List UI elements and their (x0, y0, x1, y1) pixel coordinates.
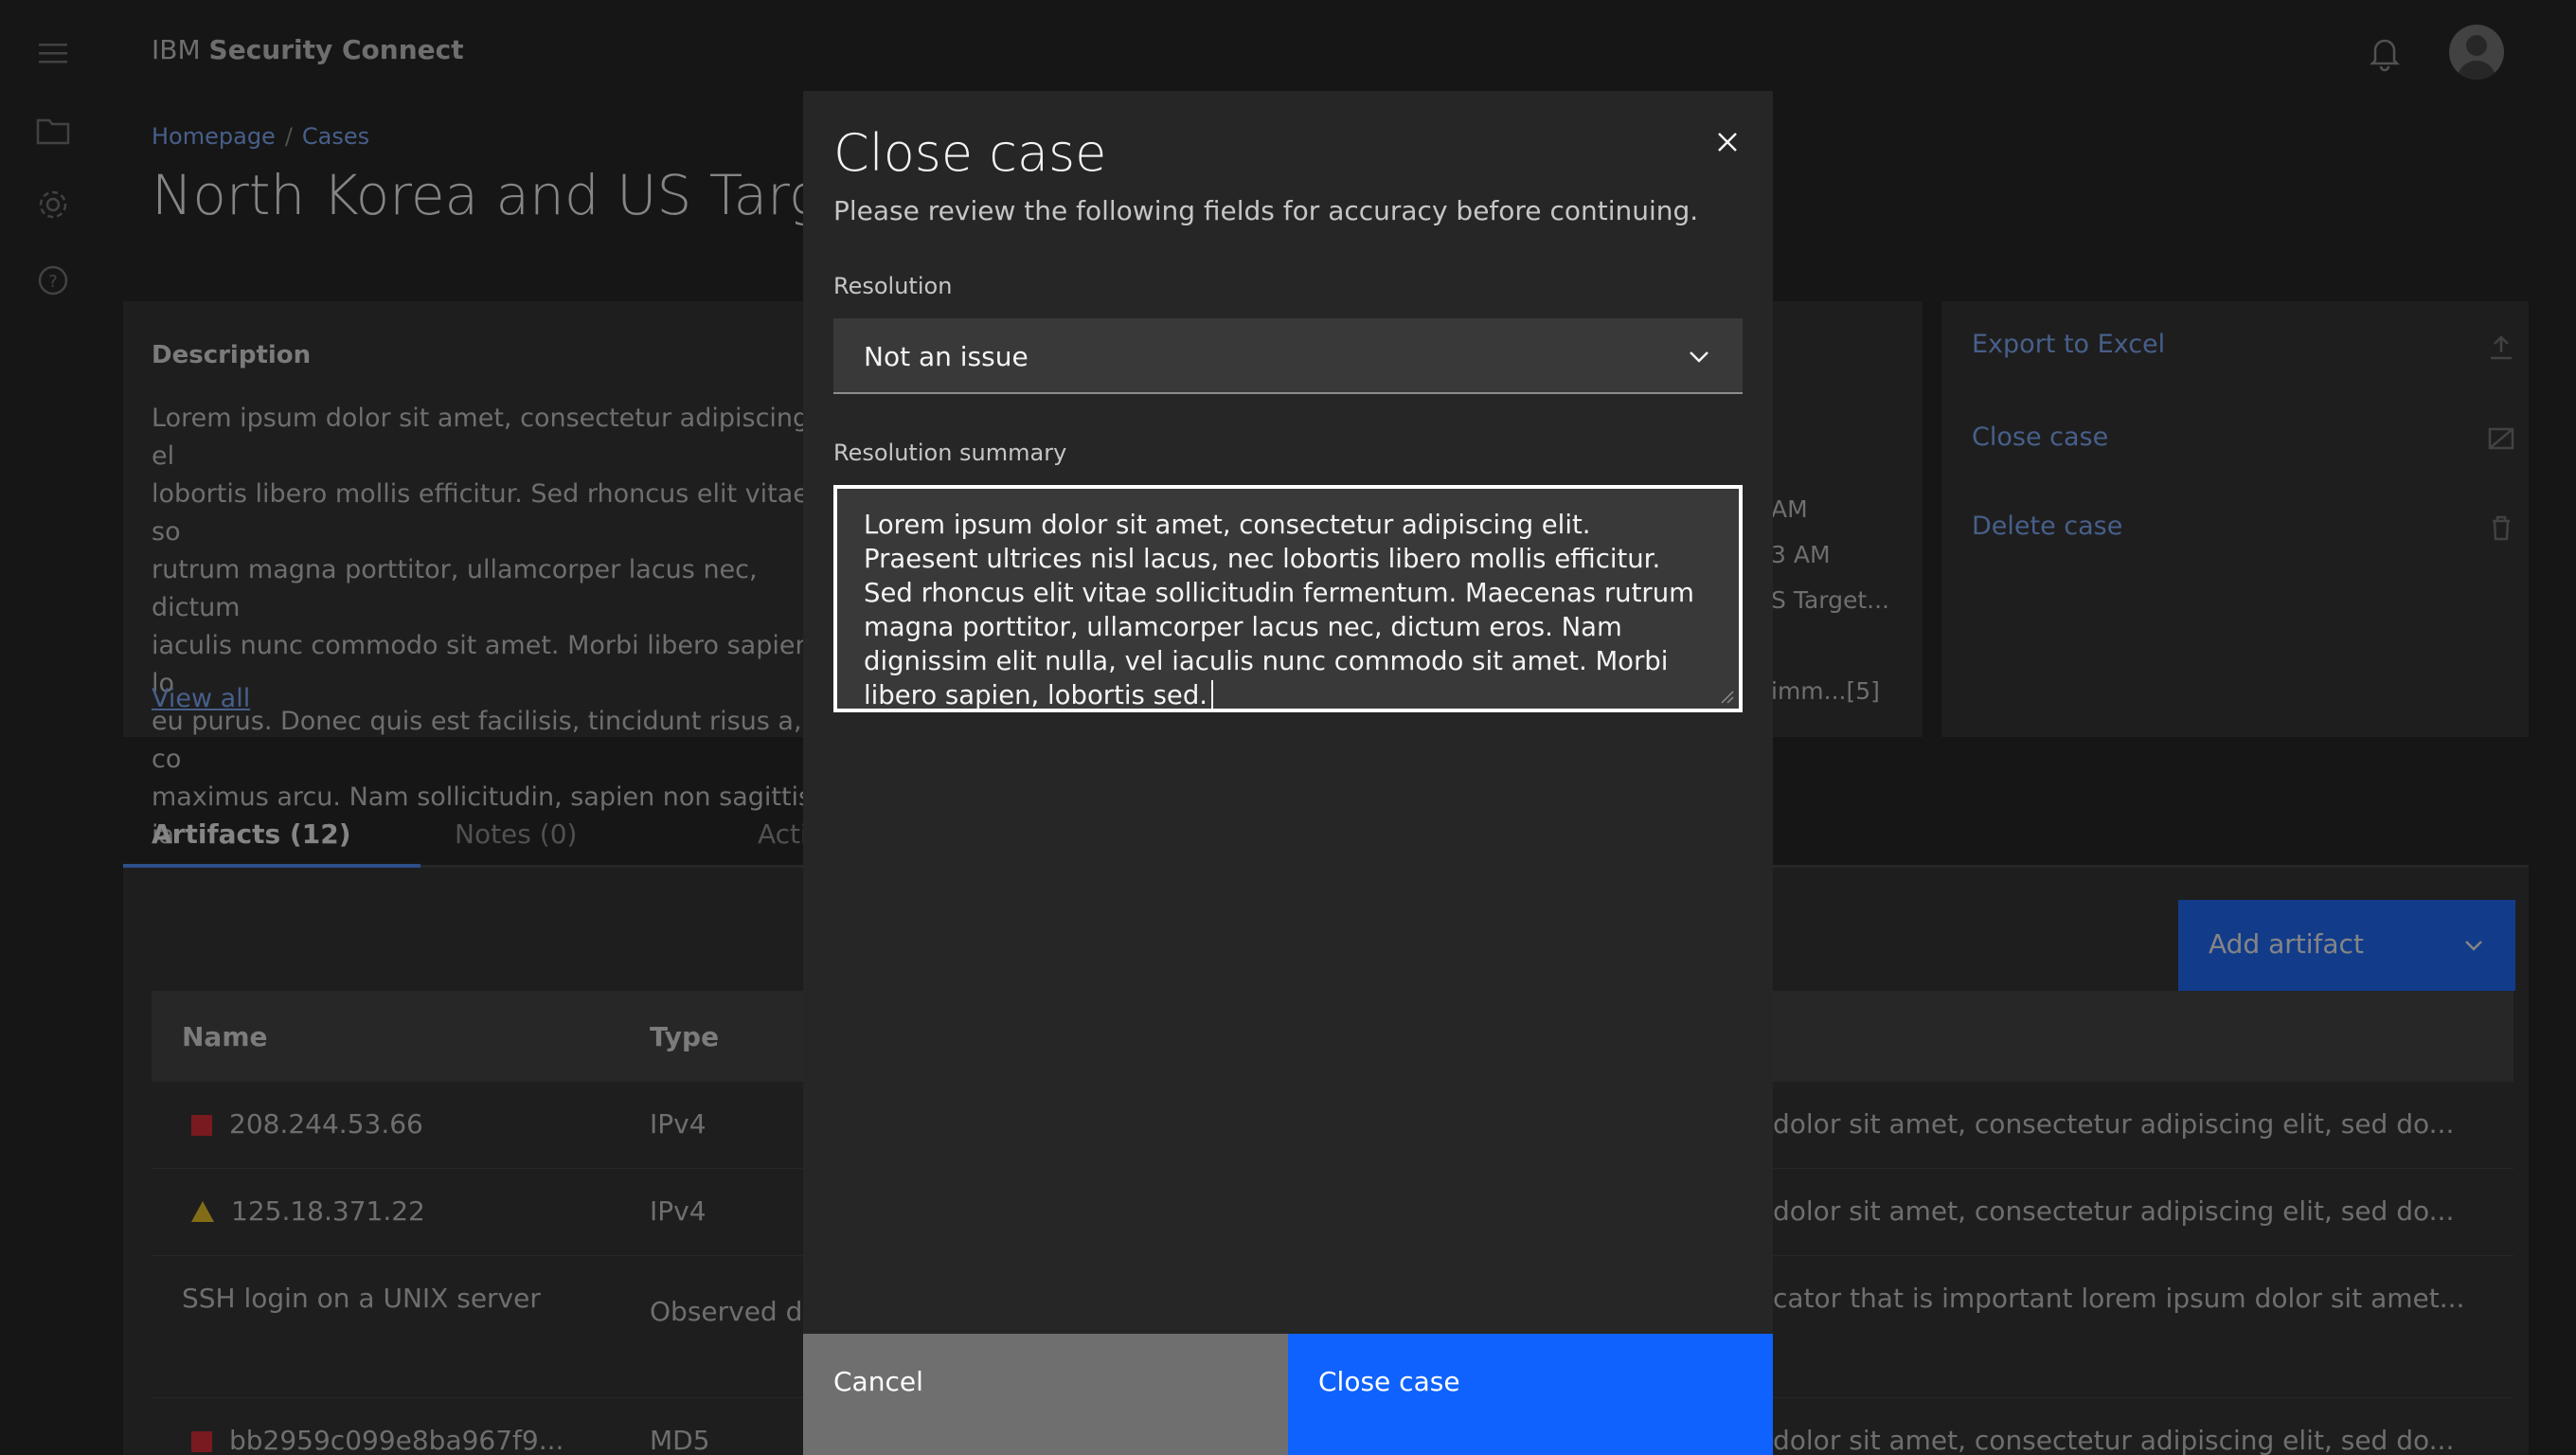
resolution-summary-textarea[interactable]: Lorem ipsum dolor sit amet, consectetur … (833, 485, 1743, 712)
close-case-modal: Close case Please review the following f… (803, 91, 1773, 1455)
close-case-button[interactable]: Close case (1288, 1334, 1773, 1455)
modal-subtitle: Please review the following fields for a… (833, 195, 1699, 226)
resize-handle-icon[interactable] (1718, 688, 1735, 705)
text-caret (1211, 680, 1214, 709)
resolution-summary-label: Resolution summary (833, 440, 1067, 466)
modal-footer: Cancel Close case (803, 1334, 1773, 1455)
resolution-summary-text: Lorem ipsum dolor sit amet, consectetur … (864, 510, 1694, 710)
close-icon[interactable] (1705, 119, 1750, 165)
cancel-button[interactable]: Cancel (803, 1334, 1288, 1455)
resolution-label: Resolution (833, 273, 953, 299)
modal-title: Close case (833, 123, 1107, 183)
resolution-value: Not an issue (864, 341, 1029, 372)
app-root: ? IBM Security Connect Homepage/Cases No… (0, 0, 2576, 1455)
chevron-down-icon (1690, 351, 1708, 363)
resolution-select[interactable]: Not an issue (833, 318, 1743, 394)
